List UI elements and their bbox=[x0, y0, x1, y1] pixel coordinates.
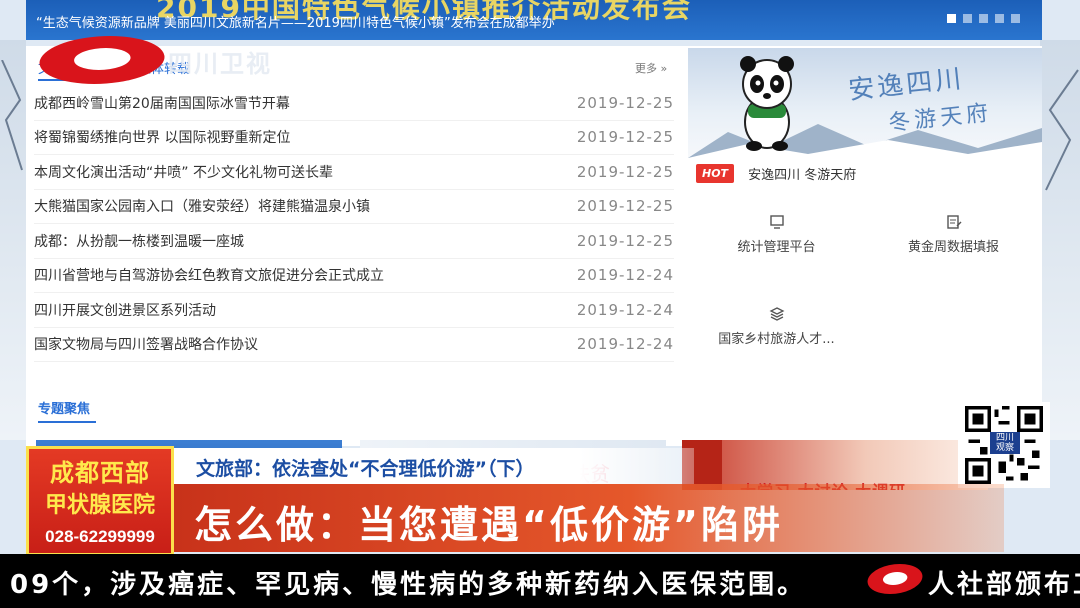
hospital-ad: 成都西部 甲状腺医院 028-62299999 bbox=[26, 446, 174, 556]
panda-mascot-icon bbox=[740, 56, 794, 151]
ad-phone: 028-62299999 bbox=[45, 527, 155, 546]
ad-line-1: 成都西部 bbox=[50, 459, 150, 487]
more-link[interactable]: 更多 » bbox=[635, 60, 667, 76]
rural-talent-link[interactable]: 国家乡村旅游人才... bbox=[688, 306, 865, 347]
news-subtitle: 文旅部：依法查处“不合理低价游”（下） bbox=[196, 458, 535, 480]
ticker-station-logo-icon bbox=[863, 564, 927, 596]
list-item[interactable]: 大熊猫国家公园南入口（雅安荥经）将建熊猫温泉小镇 2019-12-25 bbox=[34, 190, 674, 224]
background-left-scenery bbox=[0, 40, 26, 440]
ticker-text-next: 人社部颁布工 bbox=[928, 570, 1080, 600]
qr-code: 四川 观察 bbox=[958, 402, 1050, 488]
list-item[interactable]: 国家文物局与四川签署战略合作协议 2019-12-24 bbox=[34, 328, 674, 362]
news-title[interactable]: 大熊猫国家公园南入口（雅安荥经）将建熊猫温泉小镇 bbox=[34, 196, 370, 216]
news-date: 2019-12-24 bbox=[576, 300, 674, 319]
news-title[interactable]: 四川开展文创进景区系列活动 bbox=[34, 300, 216, 320]
hot-topic-link[interactable]: 安逸四川 冬游天府 bbox=[748, 164, 856, 183]
content-panel: 文旅要闻 媒体转载 更多 » 成都西岭雪山第20届南国国际冰雪节开幕2019-1… bbox=[26, 46, 1042, 446]
winter-tourism-banner[interactable]: 安逸四川 冬游天府 bbox=[688, 48, 1042, 158]
news-date: 2019-12-24 bbox=[576, 266, 674, 285]
section-title-topics[interactable]: 专题聚焦 bbox=[38, 398, 97, 423]
news-date: 2019-12-25 bbox=[576, 231, 674, 250]
station-name: 四川卫视 bbox=[168, 50, 272, 78]
station-logo-icon bbox=[32, 36, 172, 84]
background-right-scenery bbox=[1040, 40, 1080, 440]
top-banner[interactable]: 2019中国特色气候小镇推介活动发布会 “生态气候资源新品牌 美丽四川文旅新名片… bbox=[26, 0, 1042, 40]
rural-talent-label: 国家乡村旅游人才... bbox=[718, 332, 835, 347]
carousel-dot[interactable] bbox=[995, 14, 1004, 23]
station-logo: 四川卫视 bbox=[32, 36, 290, 86]
stats-platform-label: 统计管理平台 bbox=[737, 240, 816, 255]
list-item[interactable]: 四川省营地与自驾游协会红色教育文旅促进分会正式成立 2019-12-24 bbox=[34, 259, 674, 293]
subtitle-bar: 文旅部：依法查处“不合理低价游”（下） bbox=[174, 448, 694, 484]
layers-icon bbox=[769, 307, 784, 321]
edit-form-icon bbox=[946, 215, 961, 229]
list-item[interactable]: 四川开展文创进景区系列活动 2019-12-24 bbox=[34, 293, 674, 328]
news-date: 2019-12-25 bbox=[576, 162, 674, 181]
qr-label-1: 四川 bbox=[995, 433, 1014, 443]
ad-line-2: 甲状腺医院 bbox=[44, 493, 155, 518]
news-title[interactable]: 本周文化演出活动“井喷” 不少文化礼物可送长辈 bbox=[34, 162, 333, 182]
hot-topic-row[interactable]: HOT 安逸四川 冬游天府 bbox=[696, 164, 856, 183]
news-title[interactable]: 成都西岭雪山第20届南国国际冰雪节开幕 bbox=[34, 93, 290, 113]
list-item[interactable]: 成都：从扮靓一栋楼到温暖一座城 2019-12-25 bbox=[34, 224, 674, 259]
banner-subtitle[interactable]: “生态气候资源新品牌 美丽四川文旅新名片——2019四川特色气候小镇”发布会在成… bbox=[36, 12, 555, 31]
news-headline: 怎么做：当您遭遇“低价游”陷阱 bbox=[194, 503, 783, 547]
hot-badge: HOT bbox=[696, 164, 735, 183]
carousel-dot[interactable] bbox=[1011, 14, 1020, 23]
news-title[interactable]: 四川省营地与自驾游协会红色教育文旅促进分会正式成立 bbox=[34, 265, 384, 285]
topic-thumbnail-study[interactable]: 大学习 大讨论 大调研 bbox=[682, 440, 988, 490]
headline-bar: 怎么做：当您遭遇“低价游”陷阱 bbox=[174, 484, 1004, 552]
news-date: 2019-12-25 bbox=[576, 93, 674, 112]
golden-week-label: 黄金周数据填报 bbox=[907, 240, 999, 255]
qr-center-logo: 四川 观察 bbox=[990, 432, 1020, 454]
news-title[interactable]: 国家文物局与四川签署战略合作协议 bbox=[34, 334, 258, 354]
news-ticker: 09个，涉及癌症、罕见病、慢性病的多种新药纳入医保范围。 人社部颁布工 bbox=[0, 554, 1080, 608]
stats-platform-link[interactable]: 统计管理平台 bbox=[688, 214, 865, 255]
news-title[interactable]: 成都：从扮靓一栋楼到温暖一座城 bbox=[34, 231, 244, 251]
list-item[interactable]: 本周文化演出活动“井喷” 不少文化礼物可送长辈 2019-12-25 bbox=[34, 155, 674, 190]
golden-week-link[interactable]: 黄金周数据填报 bbox=[865, 214, 1042, 255]
carousel-dots[interactable] bbox=[947, 14, 1020, 23]
news-date: 2019-12-25 bbox=[576, 197, 674, 216]
carousel-dot[interactable] bbox=[963, 14, 972, 23]
list-item[interactable]: 将蜀锦蜀绣推向世界 以国际视野重新定位 2019-12-25 bbox=[34, 121, 674, 155]
ticker-text: 09个，涉及癌症、罕见病、慢性病的多种新药纳入医保范围。 bbox=[10, 570, 807, 600]
monitor-icon bbox=[769, 215, 784, 229]
qr-label-2: 观察 bbox=[995, 443, 1014, 453]
list-item[interactable]: 成都西岭雪山第20届南国国际冰雪节开幕 2019-12-25 bbox=[34, 86, 674, 121]
news-date: 2019-12-25 bbox=[576, 128, 674, 147]
carousel-dot[interactable] bbox=[979, 14, 988, 23]
news-date: 2019-12-24 bbox=[576, 335, 674, 354]
carousel-dot[interactable] bbox=[947, 14, 956, 23]
news-list: 成都西岭雪山第20届南国国际冰雪节开幕 2019-12-25 将蜀锦蜀绣推向世界 … bbox=[34, 86, 674, 362]
news-title[interactable]: 将蜀锦蜀绣推向世界 以国际视野重新定位 bbox=[34, 127, 290, 147]
